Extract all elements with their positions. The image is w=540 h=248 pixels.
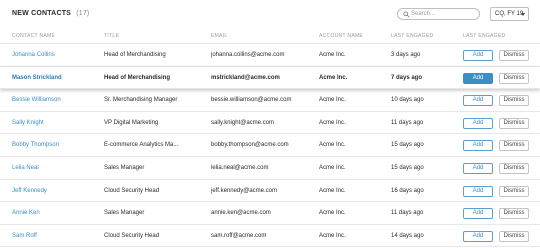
contact-name-link[interactable]: Jeff Kennedy: [12, 188, 47, 194]
account-name: Acme Inc.: [319, 164, 346, 171]
account-name: Acme Inc.: [319, 74, 348, 81]
table-row[interactable]: Sam Roff Cloud Security Head sam.roff@acme…: [0, 224, 540, 248]
account-name: Acme Inc.: [319, 187, 346, 194]
search-icon: [403, 11, 410, 18]
column-header-account-name[interactable]: ACCOUNT NAME: [319, 33, 363, 39]
column-header-title[interactable]: TITLE: [104, 33, 119, 39]
dismiss-button[interactable]: Dismiss: [499, 117, 529, 129]
column-header-email[interactable]: EMAIL: [211, 33, 228, 39]
add-button[interactable]: Add: [463, 50, 493, 61]
table-row[interactable]: Sally Knight VP Digital Marketing sally.kn…: [0, 111, 540, 135]
account-name: Acme Inc.: [319, 52, 346, 58]
dismiss-button[interactable]: Dismiss: [499, 50, 529, 61]
period-select-label: CQ, FY 19: [495, 11, 524, 17]
last-engaged: 14 days ago: [391, 232, 424, 239]
dismiss-button[interactable]: Dismiss: [499, 162, 529, 174]
last-engaged: 11 days ago: [391, 210, 424, 217]
contact-email: johanna.collins@acme.com: [211, 52, 285, 58]
table-row[interactable]: Johanna Collins Head of Merchandising joha…: [0, 44, 540, 67]
dismiss-button[interactable]: Dismiss: [499, 95, 529, 107]
dismiss-button[interactable]: Dismiss: [499, 185, 529, 197]
last-engaged: 11 days ago: [391, 119, 424, 126]
add-button[interactable]: Add: [463, 185, 493, 197]
section-title: NEW CONTACTS (17): [12, 10, 89, 17]
column-header-contact-name[interactable]: CONTACT NAME: [12, 33, 55, 39]
table-body: Johanna Collins Head of Merchandising joha…: [0, 44, 540, 248]
account-name: Acme Inc.: [319, 97, 346, 104]
contact-email: sam.roff@acme.com: [211, 232, 267, 239]
contact-name-link[interactable]: Bobby Thompson: [12, 142, 59, 148]
contact-name-link[interactable]: Lelia Neal: [12, 165, 39, 171]
table-row[interactable]: Annie Ken Sales Manager annie.ken@acme.com…: [0, 202, 540, 225]
last-engaged: 16 days ago: [391, 187, 424, 194]
account-name: Acme Inc.: [319, 210, 346, 217]
table-header: CONTACT NAME TITLE EMAIL ACCOUNT NAME LA…: [0, 28, 540, 44]
add-button[interactable]: Add: [463, 208, 493, 220]
add-button[interactable]: Add: [463, 230, 493, 242]
table-row[interactable]: Jeff Kennedy Cloud Security Head jeff.kenn…: [0, 179, 540, 203]
contact-email: sally.knight@acme.com: [211, 119, 274, 126]
contact-name-link[interactable]: Johanna Collins: [12, 52, 55, 58]
contact-title: Cloud Security Head: [104, 232, 160, 239]
column-header-last-engaged-actions[interactable]: LAST ENGAGED: [463, 33, 505, 39]
contact-title: Sales Manager: [104, 164, 145, 171]
page-header: NEW CONTACTS (17) Search... CQ, FY 19: [0, 0, 540, 28]
add-button[interactable]: Add: [463, 162, 493, 174]
account-name: Acme Inc.: [319, 232, 346, 239]
table-row[interactable]: Bobby Thompson E-commerce Analytics Ma...…: [0, 134, 540, 157]
dismiss-button[interactable]: Dismiss: [499, 208, 529, 220]
table-row[interactable]: Lelia Neal Sales Manager lelia.neal@acme.c…: [0, 156, 540, 180]
last-engaged: 3 days ago: [391, 52, 421, 58]
last-engaged: 15 days ago: [391, 164, 424, 171]
dismiss-button[interactable]: Dismiss: [499, 72, 529, 84]
last-engaged: 15 days ago: [391, 142, 424, 149]
account-name: Acme Inc.: [319, 119, 346, 126]
last-engaged: 7 days ago: [391, 74, 423, 81]
contact-email: mstrickland@acme.com: [211, 74, 280, 81]
contact-name-link[interactable]: Mason Strickland: [12, 75, 62, 81]
contacts-table: CONTACT NAME TITLE EMAIL ACCOUNT NAME LA…: [0, 28, 540, 248]
table-row[interactable]: Mason Strickland Head of Merchandising mst…: [0, 66, 540, 90]
column-header-last-engaged[interactable]: LAST ENGAGED: [391, 33, 433, 39]
contact-email: jeff.kennedy@acme.com: [211, 187, 278, 194]
contact-title: Cloud Security Head: [104, 187, 160, 194]
table-row[interactable]: Bessie Williamson Sr. Merchandising Manag…: [0, 89, 540, 112]
contact-name-link[interactable]: Sam Roff: [12, 233, 37, 239]
contact-title: E-commerce Analytics Ma...: [104, 142, 179, 149]
contact-count: (17): [76, 10, 90, 17]
contact-name-link[interactable]: Sally Knight: [12, 120, 44, 126]
add-button[interactable]: Add: [463, 117, 493, 129]
page-title: NEW CONTACTS: [12, 10, 72, 17]
contact-title: Sales Manager: [104, 210, 145, 217]
add-button[interactable]: Add: [463, 140, 493, 152]
contact-email: lelia.neal@acme.com: [211, 164, 269, 171]
contact-title: Sr. Merchandising Manager: [104, 97, 178, 104]
contact-name-link[interactable]: Bessie Williamson: [12, 97, 61, 103]
account-name: Acme Inc.: [319, 142, 346, 149]
search-placeholder: Search...: [411, 11, 436, 17]
contact-title: Head of Merchandising: [104, 74, 171, 81]
dismiss-button[interactable]: Dismiss: [499, 140, 529, 152]
contact-title: VP Digital Marketing: [104, 119, 159, 126]
contact-email: bobby.thompson@acme.com: [211, 142, 289, 149]
contact-email: annie.ken@acme.com: [211, 210, 271, 217]
add-button[interactable]: Add: [463, 72, 493, 84]
search-input[interactable]: Search...: [397, 8, 480, 20]
add-button[interactable]: Add: [463, 95, 493, 107]
dismiss-button[interactable]: Dismiss: [499, 230, 529, 242]
contact-title: Head of Merchandising: [104, 52, 166, 58]
last-engaged: 10 days ago: [391, 97, 424, 104]
period-select[interactable]: CQ, FY 19: [490, 7, 529, 21]
contact-email: bessie.williamson@acme.com: [211, 97, 292, 104]
chevron-down-icon: [521, 13, 525, 16]
contact-name-link[interactable]: Annie Ken: [12, 210, 40, 216]
